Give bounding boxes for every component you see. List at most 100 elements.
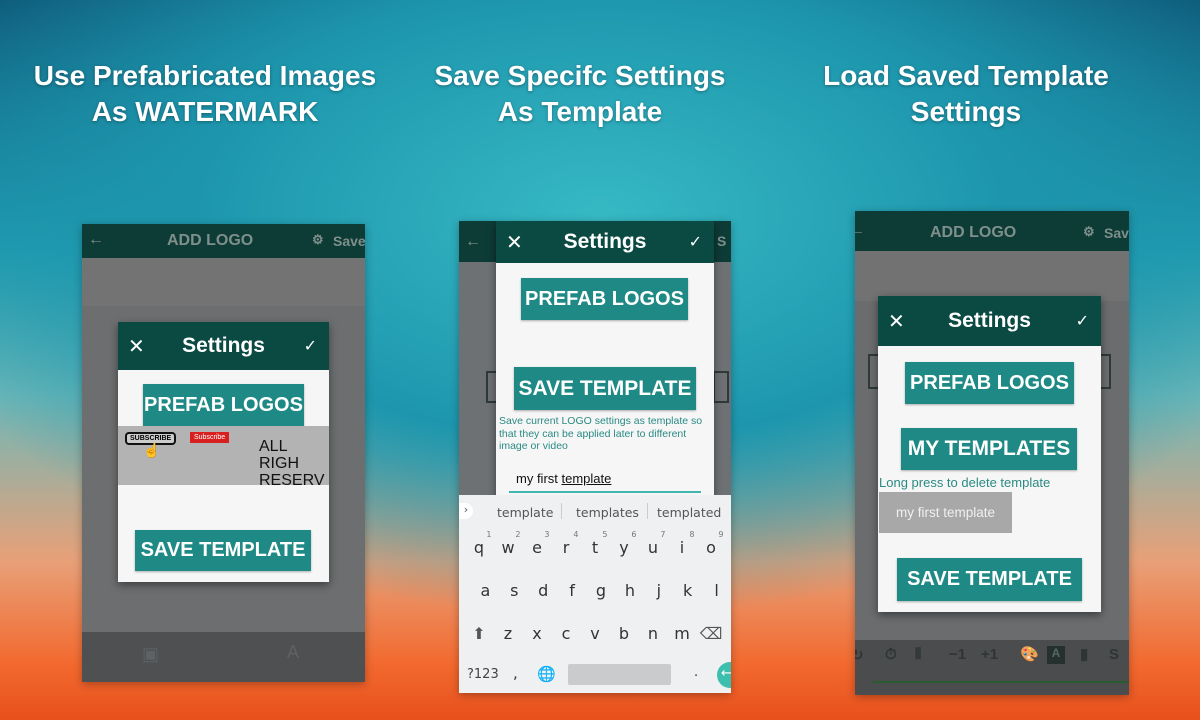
- app-bar: ← ADD LOGO ⚙ Save: [855, 211, 1129, 251]
- key-n[interactable]: n: [639, 624, 668, 643]
- screenshot-prefab: ← ADD LOGO ⚙ Save ▣ A ✕ Settings ✓ PREFA…: [82, 224, 365, 682]
- key-f[interactable]: f: [558, 581, 587, 600]
- close-icon[interactable]: ✕: [128, 334, 145, 359]
- save-template-button[interactable]: SAVE TEMPLATE: [514, 367, 696, 410]
- key-row-2: asdfghjkl: [459, 581, 731, 600]
- hand-pointer-icon: ☝: [143, 442, 161, 458]
- key-comma[interactable]: ,: [513, 664, 518, 682]
- subscribe-red-logo[interactable]: Subscribe: [190, 432, 230, 443]
- dialog-header: ✕ Settings ✓: [878, 296, 1101, 346]
- suggestion[interactable]: template: [497, 505, 553, 520]
- arrow-left-icon[interactable]: ←: [88, 231, 104, 249]
- chevron-right-icon[interactable]: ›: [459, 503, 473, 519]
- dialog-header: ✕ Settings ✓: [118, 322, 329, 370]
- prefab-logos-button[interactable]: PREFAB LOGOS: [905, 362, 1074, 404]
- app-title: ADD LOGO: [167, 232, 254, 249]
- key-g[interactable]: g: [587, 581, 616, 600]
- prefab-logos-button[interactable]: PREFAB LOGOS: [143, 384, 304, 426]
- check-icon[interactable]: ✓: [689, 232, 702, 252]
- dialog-title: Settings: [948, 309, 1031, 332]
- key-space[interactable]: [568, 664, 671, 685]
- my-templates-button[interactable]: MY TEMPLATES: [901, 428, 1077, 470]
- key-o[interactable]: o9: [697, 530, 726, 557]
- key-j[interactable]: j: [644, 581, 673, 600]
- check-icon[interactable]: ✓: [1076, 311, 1089, 331]
- caption-save: Save Specifc Settings As Template: [434, 60, 726, 127]
- save-s-button[interactable]: S: [1109, 646, 1119, 663]
- dialog-header: ✕ Settings ✓: [496, 221, 714, 263]
- template-item[interactable]: my first template: [879, 492, 1012, 533]
- key-period[interactable]: .: [694, 665, 698, 680]
- caption-prefab: Use Prefabricated Images As WATERMARK: [33, 60, 377, 127]
- check-icon[interactable]: ✓: [304, 336, 317, 356]
- decrease-button[interactable]: −1: [949, 646, 966, 663]
- key-z[interactable]: z: [494, 624, 523, 643]
- app-bar: ← ADD LOGO ⚙ Save: [82, 224, 365, 258]
- keyboard: › template templates templated q1w2e3r4t…: [459, 495, 731, 693]
- close-icon[interactable]: ✕: [888, 309, 905, 334]
- backspace-icon[interactable]: ⌫: [697, 624, 726, 643]
- bottom-toolbar: ↻ ⏱ ⫴ −1 +1 🎨 A ▮ S: [855, 640, 1129, 695]
- text-style-button[interactable]: A: [1047, 646, 1065, 664]
- key-c[interactable]: c: [552, 624, 581, 643]
- prefab-logos-button[interactable]: PREFAB LOGOS: [521, 278, 688, 320]
- dialog-title: Settings: [563, 230, 647, 253]
- key-i[interactable]: i8: [668, 530, 697, 557]
- key-r[interactable]: r4: [552, 530, 581, 557]
- enter-icon[interactable]: ←: [717, 662, 731, 688]
- key-b[interactable]: b: [610, 624, 639, 643]
- gear-icon: ⚙: [312, 232, 324, 247]
- key-d[interactable]: d: [529, 581, 558, 600]
- text-icon[interactable]: A: [287, 642, 299, 663]
- key-k[interactable]: k: [673, 581, 702, 600]
- caption-load: Load Saved Template Settings: [823, 60, 1109, 127]
- image-icon[interactable]: ▣: [142, 644, 159, 665]
- settings-dialog: ✕ Settings ✓ PREFAB LOGOS MY TEMPLATES L…: [878, 296, 1101, 612]
- key-row-4: ?123 , 🌐 . ←: [459, 661, 731, 689]
- flip-icon[interactable]: ⫴: [915, 646, 921, 663]
- save-template-button[interactable]: SAVE TEMPLATE: [135, 530, 311, 571]
- suggestion[interactable]: templates: [576, 505, 639, 520]
- rights-reserved-logo[interactable]: ALL RIGH RESERV: [259, 438, 329, 485]
- settings-dialog: ✕ Settings ✓ PREFAB LOGOS SAVE TEMPLATE …: [496, 221, 714, 501]
- rotate-icon[interactable]: ↻: [855, 646, 864, 664]
- save-button[interactable]: Save: [333, 233, 365, 249]
- key-a[interactable]: a: [471, 581, 500, 600]
- bottom-toolbar: ▣ A: [82, 632, 365, 682]
- key-t[interactable]: t5: [581, 530, 610, 557]
- timer-icon[interactable]: ⏱: [885, 646, 897, 663]
- increase-button[interactable]: +1: [981, 646, 998, 663]
- key-w[interactable]: w2: [494, 530, 523, 557]
- prefab-logo-strip: SUBSCRIBE ☝ Subscribe ALL RIGH RESERV: [118, 426, 329, 485]
- save-template-button[interactable]: SAVE TEMPLATE: [897, 558, 1082, 601]
- key-s[interactable]: s: [500, 581, 529, 600]
- key-e[interactable]: e3: [523, 530, 552, 557]
- key-row-1: q1w2e3r4t5y6u7i8o9: [459, 530, 731, 557]
- key-row-3: ⬆ z x c v b n m ⌫: [459, 624, 731, 643]
- key-y[interactable]: y6: [610, 530, 639, 557]
- key-u[interactable]: u7: [639, 530, 668, 557]
- gear-icon: ⚙: [1083, 224, 1095, 239]
- arrow-left-icon[interactable]: ←: [465, 233, 481, 251]
- key-q[interactable]: q1: [465, 530, 494, 557]
- save-button[interactable]: Save: [1104, 225, 1129, 241]
- key-h[interactable]: h: [615, 581, 644, 600]
- save-button[interactable]: S: [717, 233, 726, 249]
- key-x[interactable]: x: [523, 624, 552, 643]
- screenshot-save: ← S ✕ Settings ✓ PREFAB LOGOS SAVE TEMPL…: [459, 221, 731, 693]
- screenshot-load: ← ADD LOGO ⚙ Save ↻ ⏱ ⫴ −1 +1 🎨 A ▮ S ✕ …: [855, 211, 1129, 695]
- template-name-input[interactable]: my first template: [509, 471, 701, 493]
- palette-icon[interactable]: 🎨: [1020, 645, 1039, 663]
- key-symbols[interactable]: ?123: [467, 667, 499, 682]
- trash-icon[interactable]: ▮: [1080, 645, 1088, 663]
- shift-icon[interactable]: ⬆: [465, 624, 494, 643]
- key-m[interactable]: m: [668, 624, 697, 643]
- suggestion[interactable]: templated: [657, 505, 721, 520]
- delete-hint: Long press to delete template: [879, 475, 1051, 490]
- key-l[interactable]: l: [702, 581, 731, 600]
- save-template-description: Save current LOGO settings as template s…: [499, 415, 703, 452]
- close-icon[interactable]: ✕: [506, 230, 523, 255]
- key-v[interactable]: v: [581, 624, 610, 643]
- arrow-left-icon[interactable]: ←: [855, 222, 865, 240]
- globe-icon[interactable]: 🌐: [537, 665, 556, 683]
